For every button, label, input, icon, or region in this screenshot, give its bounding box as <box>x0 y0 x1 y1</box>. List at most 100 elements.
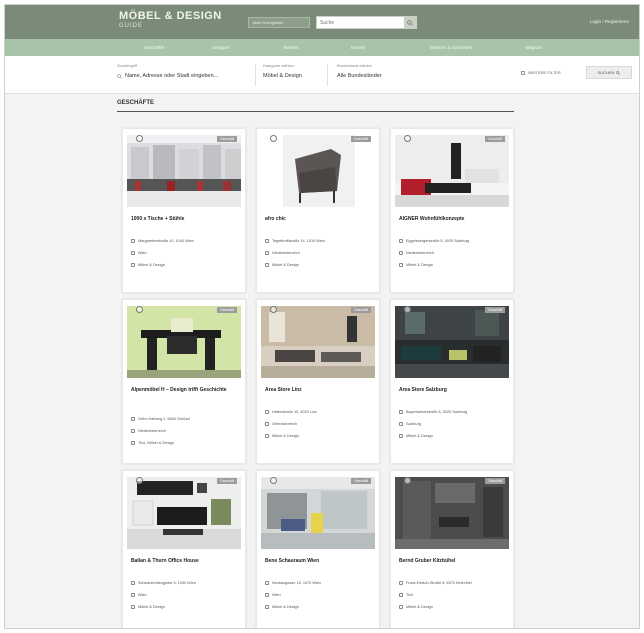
region-icon <box>131 593 135 597</box>
favorite-icon[interactable] <box>270 135 277 142</box>
shop-card-area-salzburg[interactable]: Geschäft Area Store Salzburg Bayerhamers… <box>390 299 514 464</box>
shop-info-line: Niederösterreich <box>399 251 511 255</box>
shop-card-alpenmoebel[interactable]: Geschäft Alpenmöbel H – Design trifft Ge… <box>122 299 246 464</box>
location-icon <box>265 581 269 585</box>
location-icon <box>399 410 403 414</box>
favorite-icon[interactable] <box>136 306 143 313</box>
filter-bar: Suchbegriff Name, Adresse oder Stadt ein… <box>5 56 639 94</box>
nav-item-wohnen[interactable]: Wohnen & Einrichten <box>393 45 509 50</box>
shop-info-text: Möbel & Design <box>406 434 433 438</box>
category-badge: Geschäft <box>350 307 371 313</box>
shop-info-line: Eggelsbergerstraße 5, 5020 Salzburg <box>399 239 511 243</box>
favorite-icon[interactable] <box>270 306 277 313</box>
tag-icon <box>399 263 403 267</box>
filter-category[interactable]: Kategorie wählen Möbel & Design <box>263 63 302 79</box>
nav-item-designer[interactable]: Designer <box>183 45 259 50</box>
shop-title[interactable]: Bene Schauraum Wien <box>265 558 375 565</box>
shop-info-text: Tegetthoffstraße 14, 1010 Wien <box>272 239 325 243</box>
nav-item-magazin[interactable]: Magazin <box>509 45 559 50</box>
nav-item-events[interactable]: Events <box>323 45 393 50</box>
shop-title[interactable]: 1000 x Tische + Stühle <box>131 216 241 223</box>
shop-card-aigner[interactable]: Geschäft AIGNER Wohnfühlkonzepte Eggelsb… <box>390 128 514 293</box>
more-filters-toggle[interactable]: WEITERE FILTER <box>521 70 561 75</box>
shop-info-text: Bayerhamerstraße 8, 5020 Salzburg <box>406 410 468 414</box>
filter-search-button[interactable]: SUCHEN <box>586 66 632 79</box>
shop-info-text: Möbel & Design <box>272 434 299 438</box>
search-icon <box>117 73 122 79</box>
shop-card-afro-chic[interactable]: Geschäft afro chic Tegetthoffstraße 14, … <box>256 128 380 293</box>
shop-info-text: Möbel & Design <box>138 605 165 609</box>
tag-icon <box>131 441 135 445</box>
shop-card-1000-tische-stuehle[interactable]: Geschäft 1000 x Tische + Stühle Margaret… <box>122 128 246 293</box>
shop-image[interactable] <box>395 306 509 378</box>
filter-divider <box>327 64 328 86</box>
favorite-icon[interactable] <box>136 477 143 484</box>
shop-title[interactable]: Bernd Gruber Kitzbühel <box>399 558 509 565</box>
shop-card-balian-thurn[interactable]: Geschäft Balian & Thurn Office House Sch… <box>122 470 246 628</box>
shop-card-bene-wien[interactable]: Geschäft Bene Schauraum Wien Neubaugasse… <box>256 470 380 628</box>
header-search-input[interactable] <box>317 17 402 28</box>
login-link[interactable]: Login / Registrieren <box>590 19 629 24</box>
shop-info-text: Wien <box>138 251 147 255</box>
shop-image[interactable] <box>261 477 375 549</box>
top-header: MÖBEL & DESIGN GUIDE Mein Suchgebiet Log… <box>5 5 639 39</box>
filter-divider <box>255 64 256 86</box>
shop-info-line: Wien <box>265 593 377 597</box>
header-search-button[interactable] <box>404 17 416 28</box>
category-badge: Geschäft <box>216 307 237 313</box>
shop-info-text: Schwarzenbergplatz 5, 1030 Wien <box>138 581 196 585</box>
shop-info-text: Niederösterreich <box>138 429 166 433</box>
shop-image[interactable] <box>127 306 241 378</box>
shop-info-text: Tirol, Möbel & Design <box>138 441 175 445</box>
favorite-icon[interactable] <box>404 477 411 484</box>
nav-item-geschaefte[interactable]: Geschäfte <box>125 45 183 50</box>
shop-title[interactable]: Area Store Linz <box>265 387 375 394</box>
shop-image[interactable] <box>395 135 509 207</box>
site-logo[interactable]: MÖBEL & DESIGN GUIDE <box>119 11 222 30</box>
region-icon <box>399 251 403 255</box>
region-icon <box>265 593 269 597</box>
region-icon <box>131 429 135 433</box>
tag-icon <box>265 434 269 438</box>
category-badge: Geschäft <box>350 136 371 142</box>
filter-region[interactable]: Bundesland wählen Alle Bundesländer <box>337 63 382 79</box>
shop-info-line: Möbel & Design <box>131 605 243 609</box>
search-scope-button[interactable]: Mein Suchgebiet <box>248 17 310 28</box>
shop-info-line: Salzburg <box>399 422 511 426</box>
shop-image[interactable] <box>395 477 509 549</box>
shop-info-text: Möbel & Design <box>406 263 433 267</box>
shop-info-line: Schwarzenbergplatz 5, 1030 Wien <box>131 581 243 585</box>
favorite-icon[interactable] <box>270 477 277 484</box>
shop-info-text: Wien <box>272 593 281 597</box>
shop-info-text: Wien <box>138 593 147 597</box>
tag-icon <box>265 605 269 609</box>
shop-photo-icon <box>261 135 375 207</box>
shop-title[interactable]: Area Store Salzburg <box>399 387 509 394</box>
favorite-icon[interactable] <box>136 135 143 142</box>
shop-card-area-linz[interactable]: Geschäft Area Store Linz Hafenstraße 10,… <box>256 299 380 464</box>
favorite-icon[interactable] <box>404 306 411 313</box>
category-badge: Geschäft <box>484 136 505 142</box>
shop-info-line: Tirol <box>399 593 511 597</box>
shop-info-line: Tegetthoffstraße 14, 1010 Wien <box>265 239 377 243</box>
shop-image[interactable] <box>127 135 241 207</box>
search-icon <box>616 70 621 75</box>
shop-title[interactable]: AIGNER Wohnfühlkonzepte <box>399 216 509 223</box>
nav-item-marken[interactable]: Marken <box>259 45 323 50</box>
shop-title[interactable]: Balian & Thurn Office House <box>131 558 241 565</box>
shop-info-line: Wien <box>131 251 243 255</box>
shop-card-bernd-gruber[interactable]: Geschäft Bernd Gruber Kitzbühel Franz-Re… <box>390 470 514 628</box>
shop-image[interactable] <box>127 477 241 549</box>
shop-info-line: Möbel & Design <box>265 434 377 438</box>
shop-photo-icon <box>127 135 241 207</box>
logo-main-text: MÖBEL & DESIGN <box>119 10 222 22</box>
shop-title[interactable]: Alpenmöbel H – Design trifft Geschichte <box>131 387 241 394</box>
shop-image[interactable] <box>261 135 375 207</box>
shop-info-line: Tirol, Möbel & Design <box>131 441 243 445</box>
shop-photo-icon <box>395 135 509 207</box>
shop-info-line: Möbel & Design <box>399 263 511 267</box>
favorite-icon[interactable] <box>404 135 411 142</box>
filter-keyword[interactable]: Suchbegriff Name, Adresse oder Stadt ein… <box>117 63 218 79</box>
shop-image[interactable] <box>261 306 375 378</box>
shop-title[interactable]: afro chic <box>265 216 375 223</box>
